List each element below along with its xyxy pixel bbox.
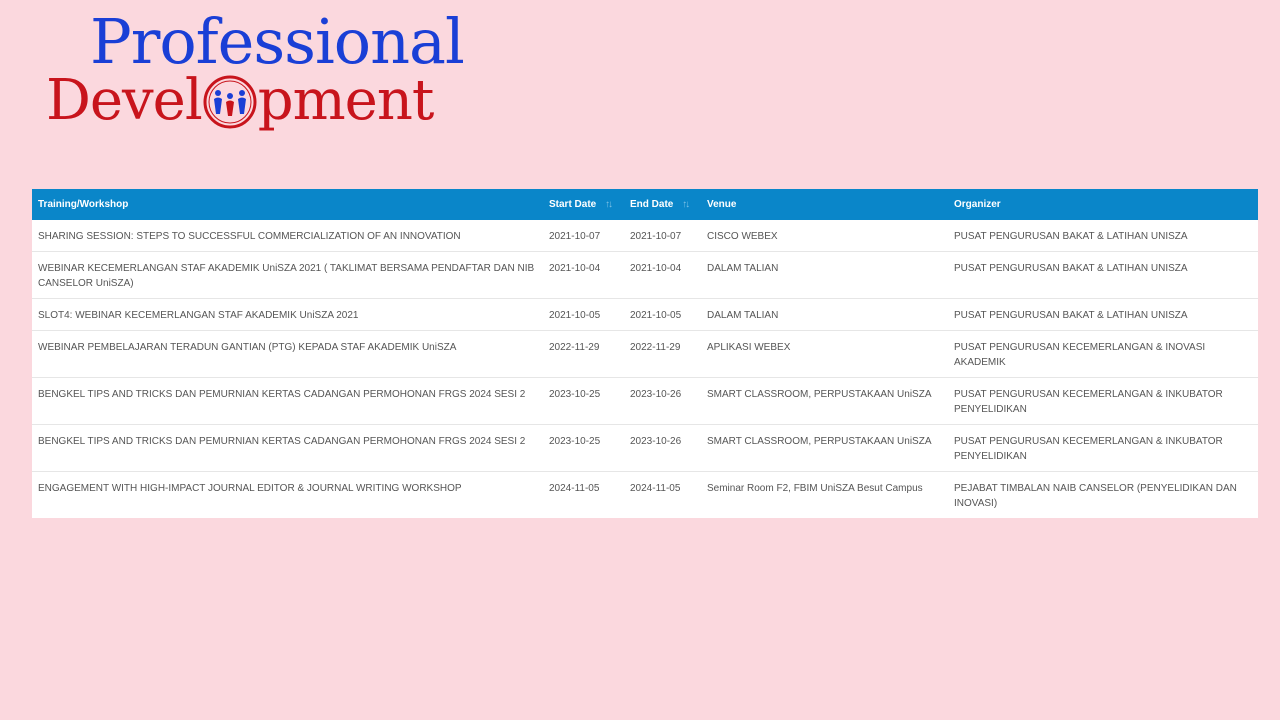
cell-organizer: PUSAT PENGURUSAN KECEMERLANGAN & INKUBAT… xyxy=(948,377,1258,425)
table-row[interactable]: WEBINAR PEMBELAJARAN TERADUN GANTIAN (PT… xyxy=(32,330,1258,378)
table-row[interactable]: BENGKEL TIPS AND TRICKS DAN PEMURNIAN KE… xyxy=(32,377,1258,425)
training-table: Training/Workshop Start Date ↑↓ End Date… xyxy=(32,189,1258,518)
cell-start-date: 2022-11-29 xyxy=(543,330,624,378)
cell-organizer: PUSAT PENGURUSAN BAKAT & LATIHAN UNISZA xyxy=(948,298,1258,331)
cell-organizer: PUSAT PENGURUSAN KECEMERLANGAN & INOVASI… xyxy=(948,330,1258,378)
cell-venue: SMART CLASSROOM, PERPUSTAKAAN UniSZA xyxy=(701,424,948,472)
table-row[interactable]: SLOT4: WEBINAR KECEMERLANGAN STAF AKADEM… xyxy=(32,298,1258,331)
cell-end-date: 2021-10-05 xyxy=(624,298,701,331)
cell-venue: CISCO WEBEX xyxy=(707,231,778,242)
cell-start-date: 2021-10-07 xyxy=(549,231,601,242)
logo-word-development: Devel pment xyxy=(46,68,435,134)
cell-start-date: 2024-11-05 xyxy=(543,471,624,518)
cell-end-date: 2023-10-26 xyxy=(624,424,701,472)
sort-arrows-icon[interactable]: ↑↓ xyxy=(605,199,613,210)
cell-training: WEBINAR KECEMERLANGAN STAF AKADEMIK UniS… xyxy=(32,251,543,299)
cell-start-date: 2023-10-25 xyxy=(543,377,624,425)
cell-organizer: PUSAT PENGURUSAN BAKAT & LATIHAN UNISZA xyxy=(954,231,1188,242)
cell-end-date: 2024-11-05 xyxy=(624,471,701,518)
column-header-venue[interactable]: Venue xyxy=(701,189,948,220)
cell-organizer: PUSAT PENGURUSAN KECEMERLANGAN & INKUBAT… xyxy=(948,424,1258,472)
column-header-training-label: Training/Workshop xyxy=(38,199,129,210)
table-header-row: Training/Workshop Start Date ↑↓ End Date… xyxy=(32,189,1258,220)
table-row[interactable]: SHARING SESSION: STEPS TO SUCCESSFUL COM… xyxy=(32,220,1258,252)
cell-training: WEBINAR PEMBELAJARAN TERADUN GANTIAN (PT… xyxy=(32,330,543,378)
cell-end-date: 2021-10-07 xyxy=(630,231,682,242)
cell-training: SLOT4: WEBINAR KECEMERLANGAN STAF AKADEM… xyxy=(32,298,543,331)
cell-venue: DALAM TALIAN xyxy=(701,298,948,331)
column-header-training[interactable]: Training/Workshop xyxy=(32,189,543,220)
cell-organizer: PUSAT PENGURUSAN BAKAT & LATIHAN UNISZA xyxy=(948,251,1258,299)
sort-arrows-icon[interactable]: ↑↓ xyxy=(682,199,690,210)
table-row[interactable]: ENGAGEMENT WITH HIGH-IMPACT JOURNAL EDIT… xyxy=(32,471,1258,518)
cell-training: BENGKEL TIPS AND TRICKS DAN PEMURNIAN KE… xyxy=(32,424,543,472)
cell-organizer: PEJABAT TIMBALAN NAIB CANSELOR (PENYELID… xyxy=(948,471,1258,518)
table-row[interactable]: WEBINAR KECEMERLANGAN STAF AKADEMIK UniS… xyxy=(32,251,1258,299)
training-table-container: Training/Workshop Start Date ↑↓ End Date… xyxy=(32,189,1258,518)
table-row[interactable]: BENGKEL TIPS AND TRICKS DAN PEMURNIAN KE… xyxy=(32,424,1258,472)
logo-word-development-start: Devel xyxy=(46,68,203,133)
professional-development-logo: Professional Devel pment xyxy=(46,6,465,146)
people-emblem-icon xyxy=(203,75,257,129)
table-header: Training/Workshop Start Date ↑↓ End Date… xyxy=(32,189,1258,220)
cell-end-date: 2022-11-29 xyxy=(624,330,701,378)
cell-end-date: 2021-10-04 xyxy=(624,251,701,299)
cell-start-date: 2021-10-05 xyxy=(543,298,624,331)
column-header-end-date[interactable]: End Date ↑↓ xyxy=(624,189,701,220)
column-header-end-date-label: End Date xyxy=(630,199,674,210)
cell-start-date: 2023-10-25 xyxy=(543,424,624,472)
column-header-start-date[interactable]: Start Date ↑↓ xyxy=(543,189,624,220)
cell-start-date: 2021-10-04 xyxy=(543,251,624,299)
column-header-organizer[interactable]: Organizer xyxy=(948,189,1258,220)
cell-venue: SMART CLASSROOM, PERPUSTAKAAN UniSZA xyxy=(701,377,948,425)
cell-end-date: 2023-10-26 xyxy=(624,377,701,425)
cell-venue: DALAM TALIAN xyxy=(701,251,948,299)
cell-training: BENGKEL TIPS AND TRICKS DAN PEMURNIAN KE… xyxy=(32,377,543,425)
column-header-venue-label: Venue xyxy=(707,199,737,210)
cell-training: SHARING SESSION: STEPS TO SUCCESSFUL COM… xyxy=(38,231,461,242)
column-header-organizer-label: Organizer xyxy=(954,199,1001,210)
logo-word-development-end: pment xyxy=(257,68,435,133)
cell-venue: Seminar Room F2, FBIM UniSZA Besut Campu… xyxy=(701,471,948,518)
table-body: SHARING SESSION: STEPS TO SUCCESSFUL COM… xyxy=(32,220,1258,518)
cell-venue: APLIKASI WEBEX xyxy=(701,330,948,378)
column-header-start-date-label: Start Date xyxy=(549,199,597,210)
cell-training: ENGAGEMENT WITH HIGH-IMPACT JOURNAL EDIT… xyxy=(32,471,543,518)
